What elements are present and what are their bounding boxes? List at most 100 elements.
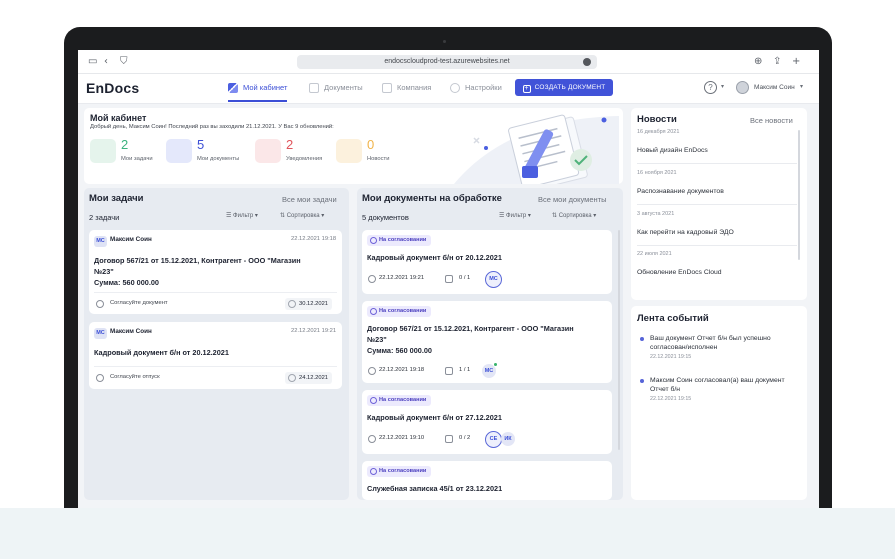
- news-date: 3 августа 2021: [637, 211, 675, 217]
- nav-company[interactable]: Компания: [382, 81, 431, 102]
- divider: [637, 245, 797, 246]
- sidebar-toggle-icon[interactable]: ▭: [88, 56, 97, 68]
- tasks-column: Мои задачи Все мои задачи 2 задачи ☰ Фил…: [84, 188, 349, 500]
- event-feed-title: Лента событий: [637, 313, 709, 324]
- chevron-left-icon[interactable]: ‹: [104, 56, 108, 68]
- documents-icon: [166, 139, 192, 163]
- news-item[interactable]: Как перейти на кадровый ЭДО: [637, 229, 734, 236]
- share-icon[interactable]: ⇪: [773, 56, 781, 68]
- user-avatar[interactable]: [736, 81, 749, 94]
- app-header: EnDocs Мой кабинет Документы Компания На…: [78, 74, 819, 104]
- tasks-sort-button[interactable]: ⇅ Сортировка ▾: [280, 212, 324, 219]
- document-card[interactable]: На согласовании Служебная записка 45/1 о…: [362, 461, 612, 500]
- chevron-down-icon[interactable]: ▾: [721, 83, 724, 90]
- user-name[interactable]: Максим Соин: [754, 84, 795, 91]
- event-text[interactable]: Ваш документ Отчет б/н был успешно согла…: [650, 334, 800, 352]
- documents-sort-button[interactable]: ⇅ Сортировка ▾: [552, 212, 596, 219]
- create-document-button[interactable]: + СОЗДАТЬ ДОКУМЕНТ: [515, 79, 613, 96]
- news-item[interactable]: Распознавание документов: [637, 188, 724, 195]
- documents-column: Мои документы на обработке Все мои докум…: [357, 188, 623, 500]
- divider: [637, 163, 797, 164]
- task-title-line[interactable]: Кадровый документ б/н от 20.12.2021: [94, 347, 229, 358]
- clock-icon: [368, 367, 376, 375]
- tasks-filter-button[interactable]: ☰ Фильтр ▾: [226, 212, 258, 219]
- download-icon[interactable]: ⊕: [754, 56, 762, 68]
- all-documents-link[interactable]: Все мои документы: [538, 195, 606, 204]
- status-badge: На согласовании: [367, 235, 432, 246]
- nav-my-cabinet[interactable]: Мой кабинет: [228, 81, 288, 102]
- stat-value: 0: [367, 137, 375, 152]
- task-author: Максим Соин: [110, 236, 152, 243]
- event-feed-panel: Лента событий Ваш документ Отчет б/н был…: [631, 306, 807, 500]
- news-scrollbar[interactable]: [798, 130, 800, 260]
- stat-label: Уведомления: [286, 156, 323, 162]
- sort-label: Сортировка: [558, 213, 592, 219]
- clock-icon: [370, 397, 377, 404]
- tasks-icon: [90, 139, 116, 163]
- nav-label: Мой кабинет: [243, 83, 288, 92]
- document-card[interactable]: На согласовании Кадровый документ б/н от…: [362, 390, 612, 454]
- task-date: 22.12.2021 19:21: [291, 328, 337, 334]
- divider: [94, 292, 337, 293]
- status-label: На согласовании: [379, 468, 427, 474]
- task-card[interactable]: МС Максим Соин 22.12.2021 19:21 Кадровый…: [89, 322, 342, 389]
- avatar[interactable]: СЕ: [485, 431, 502, 448]
- document-title-line[interactable]: Договор 567/21 от 15.12.2021, Контрагент…: [367, 323, 574, 334]
- new-tab-icon[interactable]: +: [792, 56, 800, 68]
- document-title-line[interactable]: №23": [367, 334, 387, 345]
- task-card[interactable]: МС Максим Соин 22.12.2021 19:18 Договор …: [89, 230, 342, 314]
- status-badge: На согласовании: [367, 466, 432, 477]
- news-date: 16 ноября 2021: [637, 170, 677, 176]
- bell-icon: [255, 139, 281, 163]
- stat-value: 5: [197, 137, 205, 152]
- document-card[interactable]: На согласовании Кадровый документ б/н от…: [362, 230, 612, 294]
- document-title-line[interactable]: Кадровый документ б/н от 20.12.2021: [367, 252, 502, 263]
- shield-icon[interactable]: ⛉: [120, 56, 128, 68]
- news-date: 22 июля 2021: [637, 251, 672, 257]
- address-bar[interactable]: endocscloudprod-test.azurewebsites.net: [297, 55, 597, 69]
- chevron-down-icon[interactable]: ▾: [800, 83, 803, 90]
- news-item[interactable]: Обновление EnDocs Cloud: [637, 269, 722, 276]
- nav-label: Компания: [397, 83, 432, 92]
- avatar[interactable]: МС: [485, 271, 502, 288]
- app-logo[interactable]: EnDocs: [86, 80, 139, 96]
- checklist-icon: [445, 275, 453, 283]
- due-date: 30.12.2021: [299, 301, 329, 307]
- task-instruction: Согласуйте документ: [110, 300, 168, 306]
- task-author: Максим Соин: [110, 328, 152, 335]
- grid-icon: [228, 83, 238, 94]
- task-title-line[interactable]: Договор 567/21 от 15.12.2021, Контрагент…: [94, 255, 301, 266]
- url-text: endocscloudprod-test.azurewebsites.net: [384, 58, 510, 65]
- all-tasks-link[interactable]: Все мои задачи: [282, 195, 337, 204]
- status-badge: На согласовании: [367, 395, 432, 406]
- filter-label: Фильтр: [233, 213, 254, 219]
- nav-label: Настройки: [465, 83, 502, 92]
- help-icon[interactable]: ?: [704, 81, 717, 94]
- online-status-indicator: [493, 362, 498, 367]
- stat-value: 2: [121, 137, 129, 152]
- avatar: МС: [94, 236, 107, 247]
- gear-icon: [450, 83, 460, 94]
- task-title-line[interactable]: №23": [94, 266, 114, 277]
- event-date: 22.12.2021 19:15: [650, 396, 692, 402]
- clock-icon: [288, 374, 296, 382]
- all-news-link[interactable]: Все новости: [750, 116, 793, 125]
- documents-scrollbar[interactable]: [618, 230, 620, 450]
- document-card[interactable]: На согласовании Договор 567/21 от 15.12.…: [362, 301, 612, 383]
- news-item[interactable]: Новый дизайн EnDocs: [637, 147, 708, 154]
- laptop-camera: [443, 40, 446, 43]
- nav-documents[interactable]: Документы: [309, 81, 363, 102]
- document-title-line[interactable]: Служебная записка 45/1 от 23.12.2021: [367, 483, 502, 494]
- news-date: 16 декабря 2021: [637, 129, 680, 135]
- reader-icon[interactable]: [583, 58, 591, 66]
- chevron-down-icon: ▾: [526, 213, 531, 219]
- chevron-down-icon: ▾: [319, 213, 325, 219]
- news-panel: Новости Все новости 16 декабря 2021 Новы…: [631, 108, 807, 300]
- event-text[interactable]: Максим Соин согласовал(а) ваш документ О…: [650, 376, 800, 394]
- documents-filter-button[interactable]: ☰ Фильтр ▾: [499, 212, 531, 219]
- nav-settings[interactable]: Настройки: [450, 81, 502, 102]
- approval-progress: 1 / 1: [459, 367, 471, 373]
- avatar[interactable]: ИК: [501, 432, 515, 446]
- filter-icon: ☰: [226, 213, 234, 219]
- document-title-line[interactable]: Кадровый документ б/н от 27.12.2021: [367, 412, 502, 423]
